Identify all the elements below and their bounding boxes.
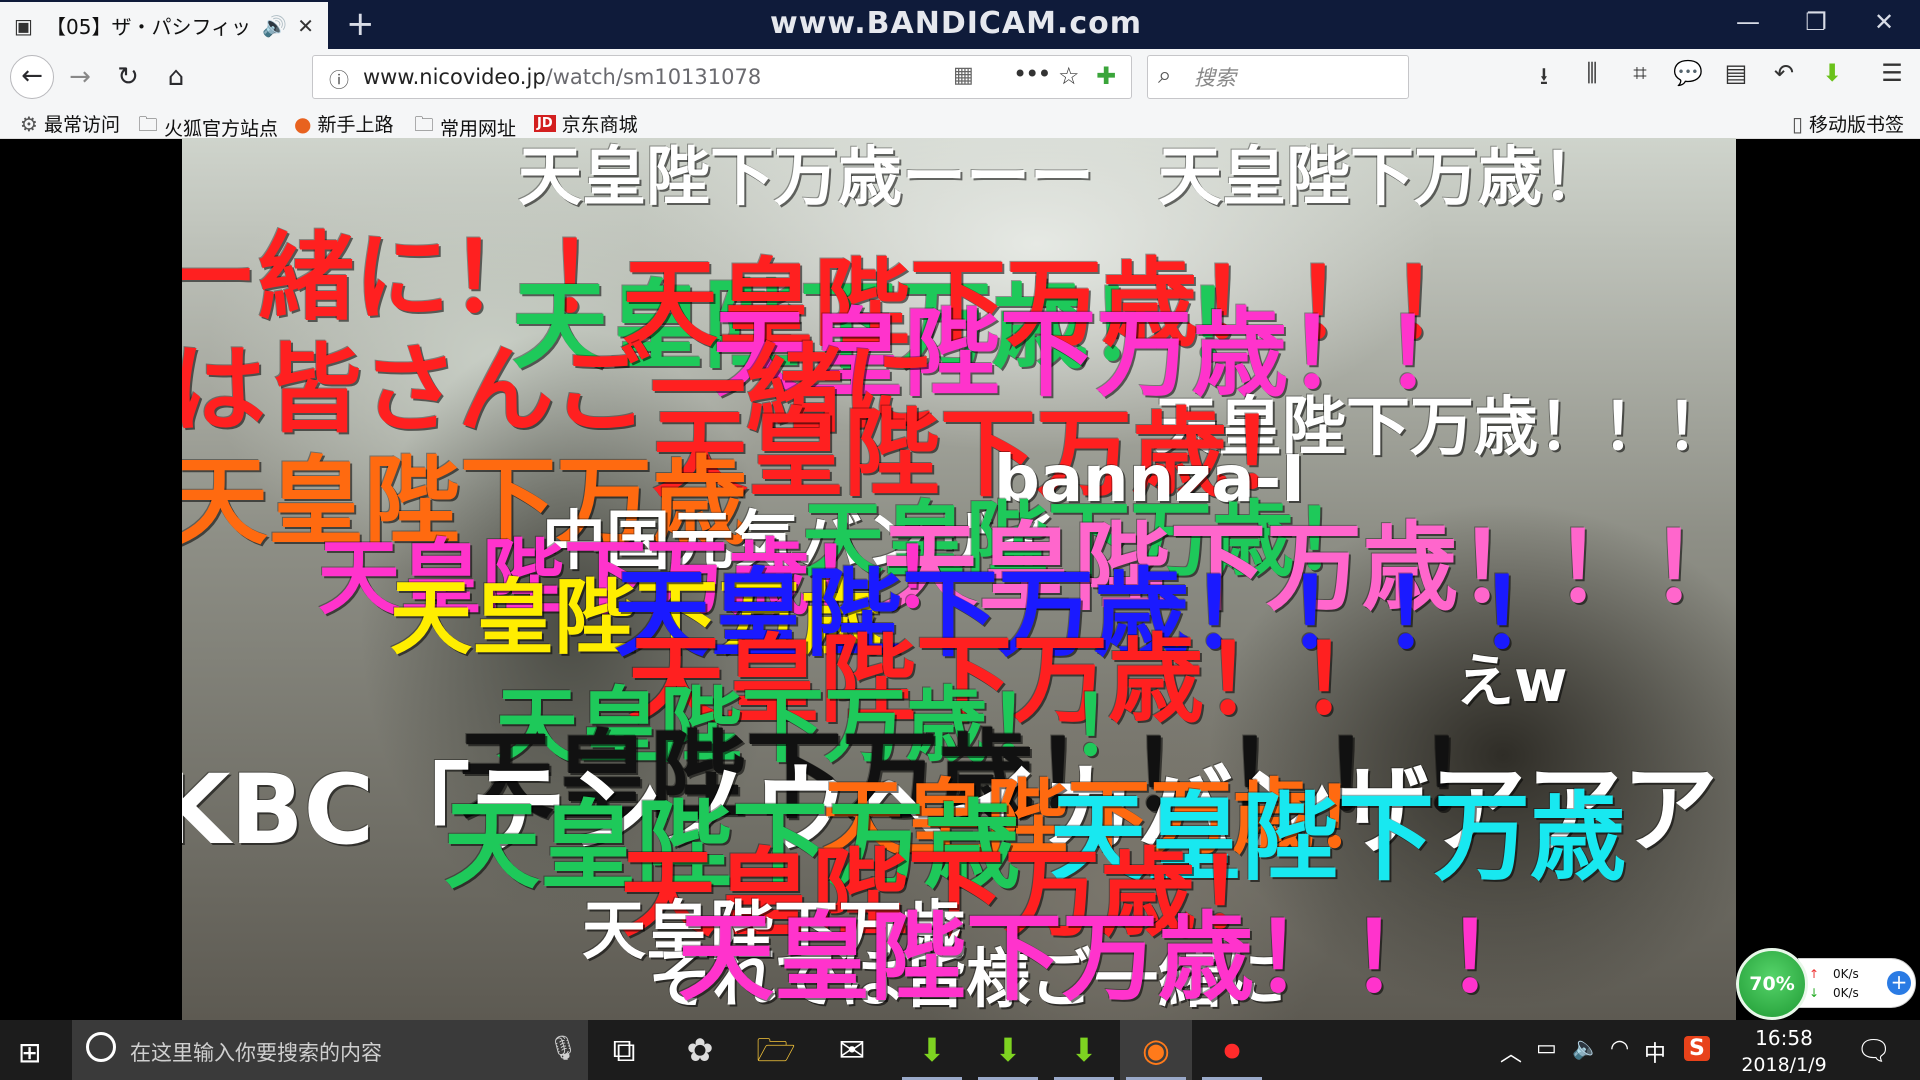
volume-icon[interactable]: 🔈 bbox=[1572, 1036, 1599, 1061]
menu-icon[interactable]: ☰ bbox=[1874, 59, 1910, 87]
firefox-icon[interactable]: ◉ bbox=[1120, 1020, 1192, 1080]
url-bar[interactable]: ⓘ www.nicovideo.jp/watch/sm10131078 ▦ ••… bbox=[312, 55, 1132, 99]
url-path: /watch/sm10131078 bbox=[545, 65, 762, 89]
microphone-icon[interactable]: 🎙 bbox=[548, 1034, 578, 1062]
bookmark-label: 移动版书签 bbox=[1809, 114, 1905, 136]
screenshot-icon[interactable]: ⌗ bbox=[1622, 59, 1658, 87]
gear-icon: ⚙ bbox=[20, 111, 38, 136]
back-button[interactable]: ← bbox=[10, 55, 54, 99]
speed-add-button[interactable]: + bbox=[1887, 971, 1911, 995]
bookmark-label: 常用网址 bbox=[440, 117, 517, 140]
library-icon[interactable]: ⫼ bbox=[1574, 59, 1610, 87]
battery-icon[interactable]: ▭ bbox=[1536, 1036, 1557, 1061]
undo-close-tab-icon[interactable]: ↶ bbox=[1766, 59, 1802, 87]
firefox-icon: ● bbox=[294, 111, 312, 136]
task-view-icon[interactable]: ⧉ bbox=[588, 1020, 660, 1080]
browser-tab[interactable]: ▣ 【05】ザ・パシフィック 🔊 ✕ bbox=[0, 2, 328, 49]
bookmark-most-visited[interactable]: ⚙ 最常访问 bbox=[20, 110, 120, 137]
notification-center-icon[interactable]: 🗨 bbox=[1856, 1034, 1892, 1067]
jd-logo-icon: JD bbox=[534, 115, 556, 132]
windows-start-icon[interactable]: ⊞ bbox=[18, 1036, 41, 1069]
bandicam-watermark: www.BANDICAM.com bbox=[770, 6, 1143, 41]
ime-indicator[interactable]: 中 bbox=[1644, 1036, 1666, 1068]
cortana-icon[interactable] bbox=[86, 1032, 116, 1062]
reload-button[interactable]: ↻ bbox=[108, 57, 148, 97]
bandicam-record-icon[interactable]: ⏺ bbox=[1196, 1020, 1268, 1080]
url-host: www.nicovideo.jp bbox=[363, 65, 546, 89]
folder-icon: 🗀 bbox=[138, 112, 158, 136]
speed-panel: ↑ 0K/s ↓ 0K/s + bbox=[1798, 958, 1916, 1008]
taskbar-search-text: 在这里输入你要搜索的内容 bbox=[130, 1041, 382, 1065]
danmaku-comment: 天皇陛下万歳！！！ bbox=[678, 902, 1542, 1014]
sidebar-icon[interactable]: ▤ bbox=[1718, 59, 1754, 87]
download-manager-icon[interactable]: ⬇ bbox=[972, 1020, 1044, 1080]
title-bar: ▣ 【05】ザ・パシフィック 🔊 ✕ + www.BANDICAM.com — … bbox=[0, 0, 1920, 49]
navigation-bar: ← → ↻ ⌂ ⓘ www.nicovideo.jp/watch/sm10131… bbox=[0, 49, 1920, 106]
downloads-icon[interactable]: ⭳ bbox=[1526, 59, 1562, 100]
bookmark-star-icon[interactable]: ☆ bbox=[1058, 62, 1080, 90]
memory-percent-badge[interactable]: 70% bbox=[1736, 948, 1808, 1020]
tab-title: 【05】ザ・パシフィック bbox=[46, 15, 253, 39]
bookmark-label: 新手上路 bbox=[317, 114, 394, 136]
search-input[interactable] bbox=[1192, 62, 1396, 94]
tab-favicon-icon: ▣ bbox=[14, 13, 33, 38]
bookmark-label: 火狐官方站点 bbox=[164, 117, 279, 140]
chat-icon[interactable]: 💬 bbox=[1670, 59, 1706, 87]
download-speed: 0K/s bbox=[1833, 986, 1859, 1000]
taskbar-search[interactable]: 在这里输入你要搜索的内容 🎙 bbox=[72, 1020, 588, 1080]
bookmark-label: 京东商城 bbox=[561, 114, 638, 136]
network-speed-widget[interactable]: ↑ 0K/s ↓ 0K/s + 70% bbox=[1736, 948, 1920, 1020]
download-manager-icon[interactable]: ⬇ bbox=[1048, 1020, 1120, 1080]
wifi-icon[interactable]: ◠ bbox=[1610, 1036, 1629, 1061]
upload-arrow-icon: ↑ bbox=[1809, 967, 1820, 981]
danmaku-comment: 天皇陛下万歳ーーー 天皇陛下万歳！ bbox=[518, 141, 1606, 215]
danmaku-comment: えw bbox=[1456, 647, 1568, 715]
tab-audio-icon[interactable]: 🔊 bbox=[262, 14, 287, 38]
clock-time: 16:58 bbox=[1755, 1026, 1813, 1050]
bookmark-label: 最常访问 bbox=[43, 114, 120, 136]
close-window-button[interactable]: ✕ bbox=[1854, 8, 1914, 36]
forward-button[interactable]: → bbox=[60, 57, 100, 97]
mail-icon[interactable]: ✉ bbox=[816, 1020, 888, 1080]
tray-chevron-icon[interactable]: ︿ bbox=[1500, 1036, 1522, 1068]
home-button[interactable]: ⌂ bbox=[156, 57, 196, 97]
restore-button[interactable]: ❐ bbox=[1786, 8, 1846, 36]
file-explorer-icon[interactable]: 🗁 bbox=[740, 1020, 812, 1080]
pinwheel-app-icon[interactable]: ✿ bbox=[664, 1020, 736, 1080]
bookmark-jd[interactable]: JD 京东商城 bbox=[534, 110, 638, 137]
sogou-input-icon[interactable]: S bbox=[1684, 1036, 1710, 1061]
extension-icon[interactable]: ✚ bbox=[1096, 62, 1116, 90]
bookmark-mobile[interactable]: ▯ 移动版书签 bbox=[1792, 110, 1904, 137]
new-tab-button[interactable]: + bbox=[346, 6, 375, 42]
download-manager-icon[interactable]: ⬇ bbox=[896, 1020, 968, 1080]
qr-code-icon[interactable]: ▦ bbox=[953, 63, 974, 88]
system-clock[interactable]: 16:58 2018/1/9 bbox=[1718, 1026, 1850, 1076]
site-info-icon[interactable]: ⓘ bbox=[329, 64, 349, 93]
upload-speed: 0K/s bbox=[1833, 967, 1859, 981]
video-player[interactable]: 天皇陛下万歳ーーー 天皇陛下万歳！ ー緒に！！ 天皇陛下万歳！！ 天皇陛下万歳！… bbox=[182, 138, 1736, 1020]
bookmark-getting-started[interactable]: ● 新手上路 bbox=[294, 110, 393, 137]
tab-close-icon[interactable]: ✕ bbox=[297, 14, 314, 38]
download-arrow-icon: ↓ bbox=[1809, 986, 1820, 1000]
search-icon: ⌕ bbox=[1158, 61, 1172, 89]
search-box[interactable]: ⌕ bbox=[1147, 55, 1409, 99]
minimize-button[interactable]: — bbox=[1718, 8, 1778, 36]
bookmarks-bar: ⚙ 最常访问 🗀 火狐官方站点 ● 新手上路 🗀 常用网址 JD 京东商城 ▯ … bbox=[0, 106, 1920, 140]
url-text[interactable]: www.nicovideo.jp/watch/sm10131078 bbox=[363, 65, 761, 89]
taskbar: ⊞ 在这里输入你要搜索的内容 🎙 ⧉ ✿ 🗁 ✉ ⬇ ⬇ ⬇ ◉ ⏺ ︿ ▭ 🔈… bbox=[0, 1020, 1920, 1080]
download-helper-icon[interactable]: ⬇ bbox=[1814, 59, 1850, 87]
phone-icon: ▯ bbox=[1792, 111, 1804, 136]
page-actions-icon[interactable]: ••• bbox=[1013, 60, 1051, 88]
clock-date: 2018/1/9 bbox=[1741, 1054, 1827, 1076]
